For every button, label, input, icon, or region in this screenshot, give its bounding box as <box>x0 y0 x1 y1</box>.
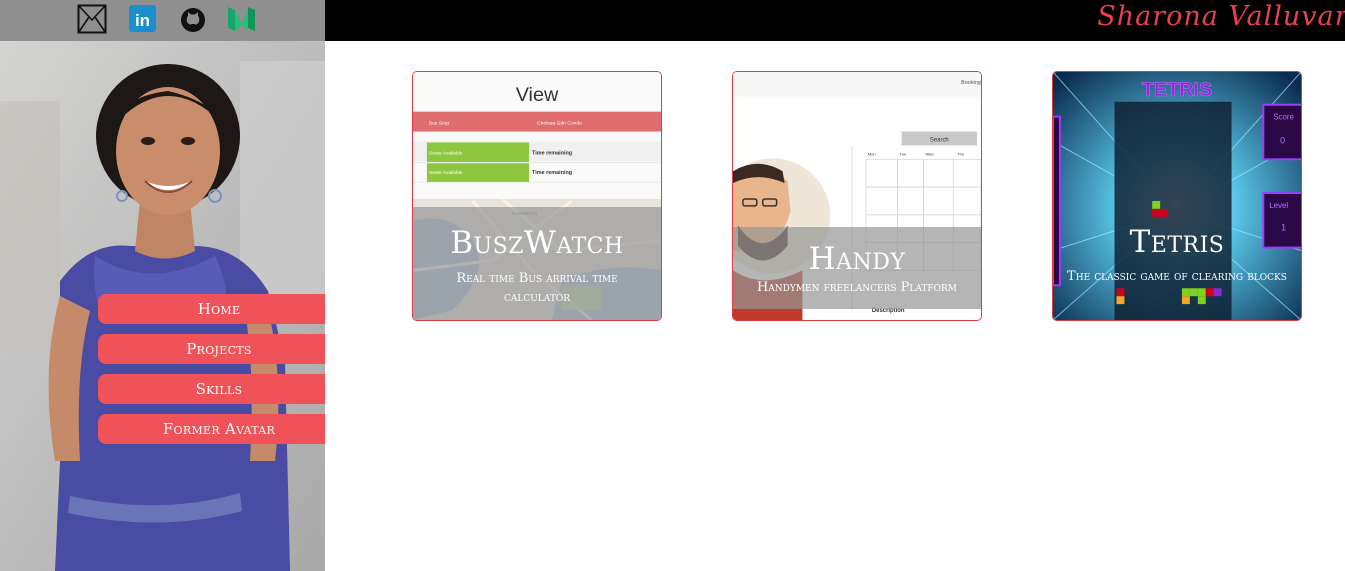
project-card-tetris[interactable]: TETRIS Score 0 Level 1 Tetris The classi… <box>1052 71 1302 321</box>
svg-text:Time remaining: Time remaining <box>532 170 572 176</box>
project-title: Tetris <box>1129 224 1225 260</box>
svg-text:Seats Available: Seats Available <box>429 170 463 176</box>
nav-former-avatar[interactable]: Former Avatar <box>98 414 325 444</box>
svg-text:Seats Available: Seats Available <box>429 150 463 156</box>
svg-text:Time remaining: Time remaining <box>532 150 572 156</box>
svg-text:in: in <box>135 11 150 30</box>
mail-icon[interactable] <box>77 4 107 34</box>
project-description: The classic game of clearing blocks <box>1067 269 1287 284</box>
project-title: Handy <box>808 241 906 277</box>
sidebar: in Home Projects Skills Former Avatar <box>0 0 325 571</box>
svg-text:Search: Search <box>930 137 949 143</box>
svg-text:Mon: Mon <box>868 151 876 156</box>
svg-text:Score: Score <box>1273 113 1294 122</box>
project-description: Handymen freelancers Platform <box>756 280 958 295</box>
project-title: BuszWatch <box>450 225 624 261</box>
svg-text:Chelsea Gdn Condo: Chelsea Gdn Condo <box>537 121 582 127</box>
svg-text:Thu: Thu <box>957 151 964 156</box>
medium-icon[interactable] <box>226 4 256 34</box>
project-card-buszwatch[interactable]: View Bus Stop Chelsea Gdn Condo Seats Av… <box>412 71 662 321</box>
svg-text:View: View <box>516 84 559 106</box>
project-overlay: Handy Handymen freelancers Platform <box>733 227 981 309</box>
project-card-handy[interactable]: Booking Search Mon Tue Wed Thu Descripti… <box>732 71 982 321</box>
svg-text:Booking: Booking <box>961 80 981 86</box>
social-links: in <box>0 0 325 41</box>
project-description: Real time Bus arrival time calculator <box>456 271 618 305</box>
project-overlay: BuszWatch Real time Bus arrival time cal… <box>413 207 661 320</box>
linkedin-icon[interactable]: in <box>128 4 158 34</box>
svg-text:Level: Level <box>1269 201 1288 210</box>
github-icon[interactable] <box>178 4 208 34</box>
nav-home[interactable]: Home <box>98 294 325 324</box>
site-brand[interactable]: Sharona Valluvan <box>1097 1 1345 32</box>
svg-text:0: 0 <box>1280 135 1285 145</box>
nav-skills[interactable]: Skills <box>98 374 325 404</box>
nav-projects[interactable]: Projects <box>98 334 325 364</box>
top-bar: Sharona Valluvan <box>325 0 1345 41</box>
svg-text:Bus Stop: Bus Stop <box>429 121 449 127</box>
svg-text:Tue: Tue <box>900 151 907 156</box>
svg-text:TETRIS: TETRIS <box>1142 79 1213 101</box>
svg-text:Wed: Wed <box>925 151 933 156</box>
